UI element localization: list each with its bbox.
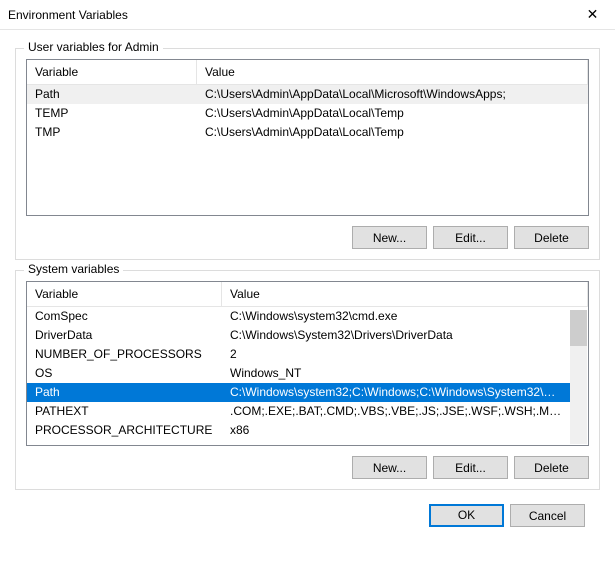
row-variable: DriverData (27, 326, 222, 345)
table-row[interactable]: PROCESSOR_ARCHITECTUREx86 (27, 421, 571, 440)
row-variable: OS (27, 364, 222, 383)
titlebar: Environment Variables ✕ (0, 0, 615, 30)
table-row[interactable]: OSWindows_NT (27, 364, 571, 383)
system-delete-button[interactable]: Delete (514, 456, 589, 479)
system-variables-group: System variables Variable Value ComSpecC… (15, 270, 600, 490)
user-list-header: Variable Value (27, 60, 588, 85)
row-variable: Path (27, 85, 197, 104)
system-col-value[interactable]: Value (222, 282, 588, 306)
row-variable: TMP (27, 123, 197, 142)
row-variable: TEMP (27, 104, 197, 123)
row-value: C:\Users\Admin\AppData\Local\Temp (197, 123, 588, 142)
row-variable: PATHEXT (27, 402, 222, 421)
close-icon[interactable]: ✕ (570, 0, 615, 30)
window-title: Environment Variables (8, 8, 128, 22)
user-new-button[interactable]: New... (352, 226, 427, 249)
system-scroll-thumb[interactable] (570, 310, 587, 346)
table-row[interactable]: NUMBER_OF_PROCESSORS2 (27, 345, 571, 364)
row-value: .COM;.EXE;.BAT;.CMD;.VBS;.VBE;.JS;.JSE;.… (222, 402, 571, 421)
system-variables-list[interactable]: Variable Value ComSpecC:\Windows\system3… (26, 281, 589, 446)
table-row[interactable]: PathC:\Windows\system32;C:\Windows;C:\Wi… (27, 383, 571, 402)
system-list-body[interactable]: ComSpecC:\Windows\system32\cmd.exeDriver… (27, 307, 588, 445)
row-value: C:\Windows\System32\Drivers\DriverData (222, 326, 571, 345)
table-row[interactable]: ComSpecC:\Windows\system32\cmd.exe (27, 307, 571, 326)
row-value: Windows_NT (222, 364, 571, 383)
system-new-button[interactable]: New... (352, 456, 427, 479)
system-button-row: New... Edit... Delete (26, 456, 589, 479)
user-edit-button[interactable]: Edit... (433, 226, 508, 249)
row-value: x86 (222, 421, 571, 440)
table-row[interactable]: TEMPC:\Users\Admin\AppData\Local\Temp (27, 104, 588, 123)
system-scrollbar[interactable] (570, 310, 587, 444)
user-delete-button[interactable]: Delete (514, 226, 589, 249)
system-col-variable[interactable]: Variable (27, 282, 222, 306)
table-row[interactable]: PathC:\Users\Admin\AppData\Local\Microso… (27, 85, 588, 104)
row-value: 2 (222, 345, 571, 364)
row-value: C:\Windows\system32\cmd.exe (222, 307, 571, 326)
system-edit-button[interactable]: Edit... (433, 456, 508, 479)
row-variable: NUMBER_OF_PROCESSORS (27, 345, 222, 364)
user-group-label: User variables for Admin (24, 40, 163, 54)
system-group-label: System variables (24, 262, 123, 276)
user-variables-group: User variables for Admin Variable Value … (15, 48, 600, 260)
row-variable: Path (27, 383, 222, 402)
table-row[interactable]: TMPC:\Users\Admin\AppData\Local\Temp (27, 123, 588, 142)
row-value: C:\Windows\system32;C:\Windows;C:\Window… (222, 383, 571, 402)
user-variables-list[interactable]: Variable Value PathC:\Users\Admin\AppDat… (26, 59, 589, 216)
dialog-button-row: OK Cancel (15, 490, 600, 527)
user-button-row: New... Edit... Delete (26, 226, 589, 249)
table-row[interactable]: DriverDataC:\Windows\System32\Drivers\Dr… (27, 326, 571, 345)
user-col-value[interactable]: Value (197, 60, 588, 84)
row-variable: ComSpec (27, 307, 222, 326)
user-list-body[interactable]: PathC:\Users\Admin\AppData\Local\Microso… (27, 85, 588, 215)
cancel-button[interactable]: Cancel (510, 504, 585, 527)
row-value: C:\Users\Admin\AppData\Local\Temp (197, 104, 588, 123)
table-row[interactable]: PATHEXT.COM;.EXE;.BAT;.CMD;.VBS;.VBE;.JS… (27, 402, 571, 421)
row-variable: PROCESSOR_ARCHITECTURE (27, 421, 222, 440)
user-col-variable[interactable]: Variable (27, 60, 197, 84)
system-list-header: Variable Value (27, 282, 588, 307)
row-value: C:\Users\Admin\AppData\Local\Microsoft\W… (197, 85, 588, 104)
dialog-content: User variables for Admin Variable Value … (0, 30, 615, 541)
ok-button[interactable]: OK (429, 504, 504, 527)
